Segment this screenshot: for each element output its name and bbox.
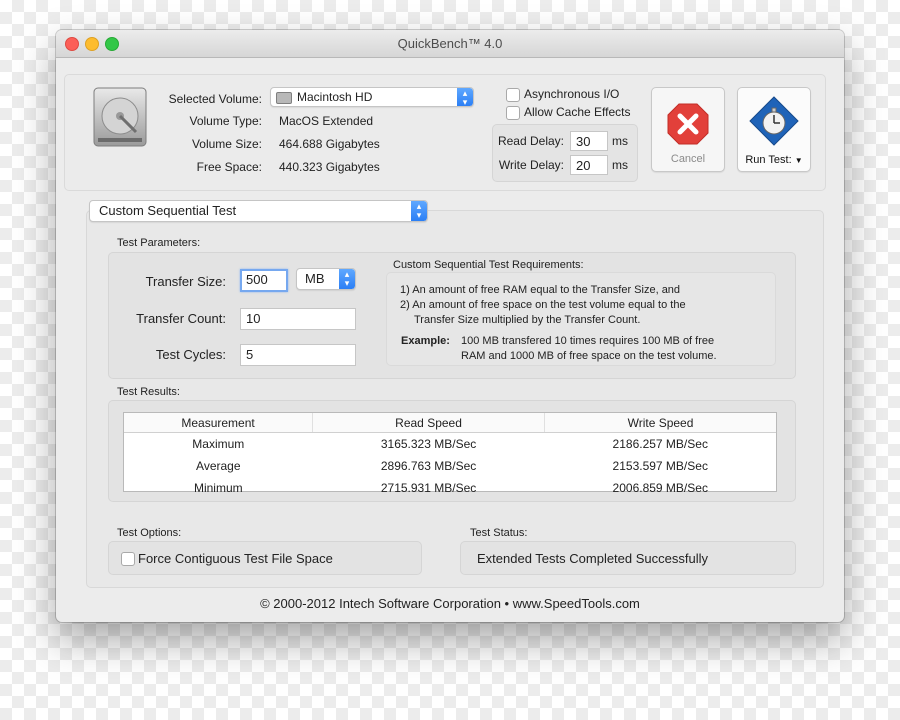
write-delay-field[interactable]: 20	[570, 155, 608, 175]
write-delay-label: Write Delay:	[498, 158, 564, 172]
async-io-checkbox[interactable]	[506, 88, 520, 102]
volume-size-label: Volume Size:	[191, 137, 262, 151]
volume-select-value: Macintosh HD	[297, 90, 373, 104]
force-contiguous-label: Force Contiguous Test File Space	[138, 551, 333, 566]
transfer-size-label: Transfer Size:	[145, 274, 226, 289]
volume-size-value: 464.688 Gigabytes	[279, 137, 380, 151]
chevron-updown-icon: ▴ ▾	[457, 88, 473, 106]
run-test-label: Run Test:	[745, 154, 792, 166]
free-space-label: Free Space:	[196, 160, 262, 174]
chevron-updown-icon: ▴ ▾	[411, 201, 427, 221]
requirements-title: Custom Sequential Test Requirements:	[393, 259, 584, 271]
window-title: QuickBench™ 4.0	[397, 36, 503, 51]
measurement-column-header[interactable]: Measurement	[124, 413, 314, 433]
measurement-cell: Maximum	[192, 437, 245, 451]
test-cycles-label: Test Cycles:	[155, 347, 226, 362]
test-status-title: Test Status:	[470, 527, 528, 539]
table-row: Average 2896.763 MB/Sec 2153.597 MB/Sec	[124, 455, 776, 477]
test-type-select[interactable]: Custom Sequential Test ▴ ▾	[89, 200, 428, 222]
hard-drive-icon	[90, 86, 150, 150]
read-delay-label: Read Delay:	[497, 134, 564, 148]
transfer-count-label: Transfer Count:	[136, 311, 226, 326]
free-space-value: 440.323 Gigabytes	[279, 160, 380, 174]
read-delay-unit: ms	[612, 134, 628, 148]
transfer-size-field[interactable]: 500	[240, 269, 288, 292]
requirement-line-1: 1) An amount of free RAM equal to the Tr…	[400, 284, 681, 296]
volume-type-label: Volume Type:	[189, 114, 263, 128]
selected-volume-label: Selected Volume:	[168, 92, 262, 106]
transfer-size-unit-select[interactable]: MB ▴ ▾	[296, 268, 356, 290]
title-bar: QuickBench™ 4.0	[56, 30, 844, 58]
async-io-label: Asynchronous I/O	[524, 87, 620, 101]
read-speed-cell: 2715.931 MB/Sec	[380, 481, 477, 495]
volume-select[interactable]: Macintosh HD ▴ ▾	[270, 87, 474, 107]
stopwatch-icon	[749, 96, 799, 146]
requirement-line-2b: Transfer Size multiplied by the Transfer…	[414, 314, 641, 326]
minimize-window-button[interactable]	[85, 37, 99, 51]
transfer-count-field[interactable]: 10	[240, 308, 356, 330]
close-window-button[interactable]	[65, 37, 79, 51]
read-delay-field[interactable]: 30	[570, 131, 608, 151]
example-label: Example:	[401, 335, 450, 347]
test-options-title: Test Options:	[117, 527, 182, 539]
measurement-cell: Minimum	[193, 481, 243, 495]
test-cycles-field[interactable]: 5	[240, 344, 356, 366]
delay-box	[492, 124, 638, 182]
quickbench-window: QuickBench™ 4.0 Selected Volume: Macinto…	[56, 30, 844, 622]
example-line-2: RAM and 1000 MB of free space on the tes…	[461, 350, 717, 362]
table-row: Minimum 2715.931 MB/Sec 2006.859 MB/Sec	[124, 477, 776, 499]
write-delay-unit: ms	[612, 158, 628, 172]
caret-down-icon: ▼	[794, 156, 803, 165]
transfer-size-unit-value: MB	[305, 271, 325, 286]
read-speed-column-header[interactable]: Read Speed	[312, 413, 546, 433]
test-parameters-title: Test Parameters:	[117, 237, 201, 249]
stop-x-icon	[667, 103, 709, 145]
write-speed-column-header[interactable]: Write Speed	[544, 413, 776, 433]
write-speed-cell: 2153.597 MB/Sec	[612, 459, 708, 473]
read-speed-cell: 2896.763 MB/Sec	[380, 459, 477, 473]
footer-copyright: © 2000-2012 Intech Software Corporation …	[260, 596, 640, 611]
write-speed-cell: 2186.257 MB/Sec	[612, 437, 708, 451]
table-row: Maximum 3165.323 MB/Sec 2186.257 MB/Sec	[124, 433, 776, 456]
run-test-label-row: Run Test: ▼	[738, 154, 810, 166]
volume-type-value: MacOS Extended	[279, 114, 374, 128]
chevron-updown-icon: ▴ ▾	[339, 269, 355, 289]
allow-cache-label: Allow Cache Effects	[524, 105, 631, 119]
zoom-window-button[interactable]	[105, 37, 119, 51]
cancel-button[interactable]: Cancel	[651, 87, 725, 172]
run-test-button[interactable]: Run Test: ▼	[737, 87, 811, 172]
example-line-1: 100 MB transfered 10 times requires 100 …	[461, 335, 715, 347]
requirement-line-2a: 2) An amount of free space on the test v…	[400, 299, 686, 311]
test-type-value: Custom Sequential Test	[99, 203, 237, 218]
measurement-cell: Average	[196, 459, 241, 473]
force-contiguous-checkbox[interactable]	[121, 552, 135, 566]
drive-small-icon	[276, 92, 292, 104]
write-speed-cell: 2006.859 MB/Sec	[612, 481, 708, 495]
test-results-title: Test Results:	[117, 386, 180, 398]
read-speed-cell: 3165.323 MB/Sec	[380, 437, 477, 451]
cancel-button-label: Cancel	[670, 153, 706, 165]
test-status-value: Extended Tests Completed Successfully	[477, 551, 708, 566]
results-table: Measurement Read Speed Write Speed Maximum…	[123, 412, 777, 495]
allow-cache-checkbox[interactable]	[506, 106, 520, 120]
